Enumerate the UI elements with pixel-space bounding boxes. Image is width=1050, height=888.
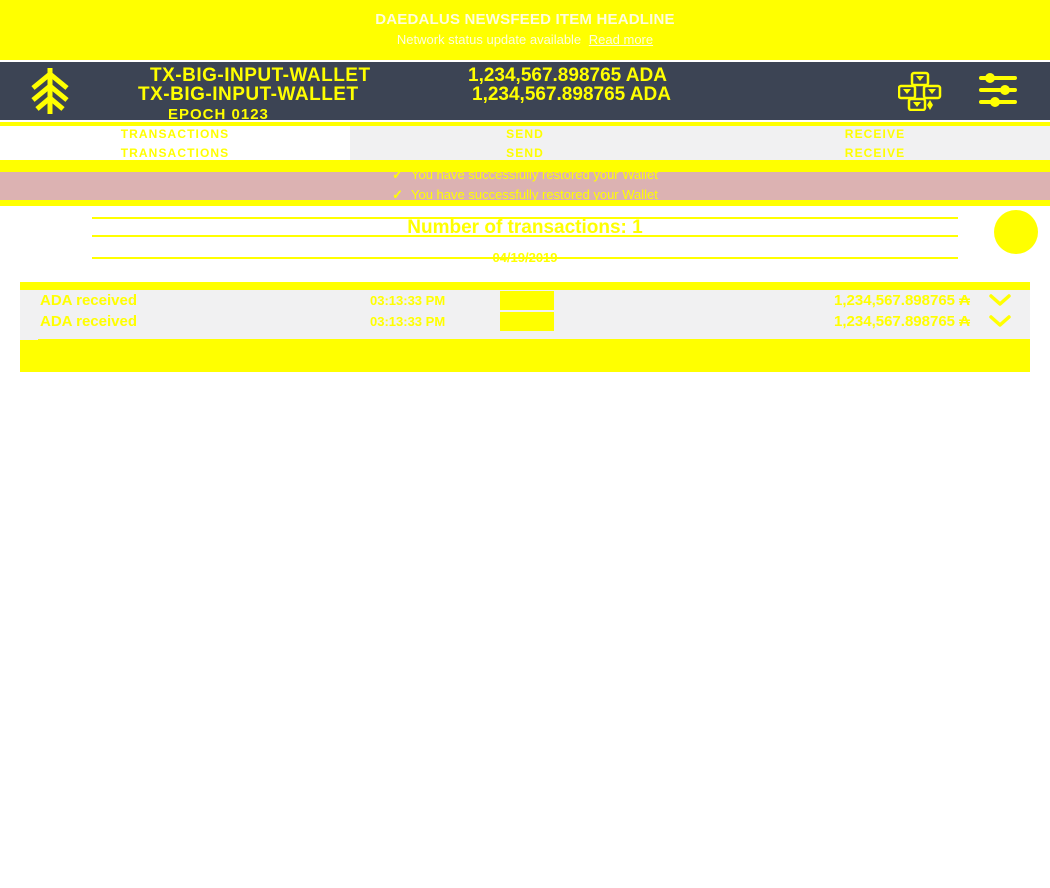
sync-arrows-icon [1005, 224, 1027, 237]
transaction-title-ghost: ADA received [40, 312, 137, 330]
newsfeed-topbar[interactable]: DAEDALUS NEWSFEED ITEM HEADLINE Network … [0, 0, 1050, 60]
wallet-grid-icon-glyph [898, 71, 942, 111]
wallet-balance-block: 1,234,567.898765 ADA 1,234,567.898765 AD… [438, 62, 898, 120]
notification-check-icon-ghost: ✓ [392, 187, 403, 202]
tab-receive[interactable]: RECEIVE RECEIVE [700, 122, 1050, 168]
transaction-time-ghost: 03:13:33 PM [370, 313, 446, 329]
transactions-count-header: Number of transactions: 1 [0, 206, 1050, 246]
transactions-panel: Number of transactions: 1 04/19/2019 ADA… [0, 206, 1050, 386]
tab-transactions-label-ghost: TRANSACTIONS [120, 146, 230, 160]
newsfeed-read-more-link[interactable]: Read more [589, 32, 653, 47]
tab-transactions-label: TRANSACTIONS [120, 127, 230, 141]
header-icon-group [898, 71, 1018, 111]
wallet-identity[interactable]: TX-BIG-INPUT-WALLET TX-BIG-INPUT-WALLET … [138, 62, 438, 123]
settings-sliders-icon[interactable] [978, 71, 1018, 111]
wallet-name: TX-BIG-INPUT-WALLET [150, 65, 371, 86]
daedalus-wallet-window: DAEDALUS NEWSFEED ITEM HEADLINE Network … [0, 0, 1050, 888]
settings-sliders-icon-glyph [979, 73, 1017, 107]
tab-send-label: SEND [506, 127, 544, 141]
transactions-list-rule [38, 339, 1030, 341]
chevron-down-icon-glyph [989, 294, 1011, 306]
wallet-header: TX-BIG-INPUT-WALLET TX-BIG-INPUT-WALLET … [0, 62, 1050, 123]
transaction-title: ADA received [40, 291, 137, 309]
notification-message: ✓ You have successfully restored your Wal… [0, 167, 1050, 183]
tab-receive-label: RECEIVE [844, 127, 906, 141]
transaction-time: 03:13:33 PM [370, 292, 446, 308]
newsfeed-subline-text: Network status update available [396, 32, 582, 47]
daedalus-logo[interactable] [0, 62, 100, 120]
chevron-down-icon-ghost[interactable] [970, 314, 1030, 328]
wallet-grid-icon[interactable] [898, 71, 942, 111]
transactions-date-label: 04/19/2019 [492, 250, 558, 265]
chevron-down-icon-ghost-glyph [989, 315, 1011, 327]
transaction-amount-ghost: 1,234,567.898765 ₳ [834, 312, 970, 330]
wallet-subtitle: EPOCH 0123 [168, 106, 269, 123]
tab-send[interactable]: SEND SEND [350, 122, 700, 168]
daedalus-logo-icon [31, 68, 69, 114]
tab-send-label-ghost: SEND [506, 146, 544, 160]
sync-status-button[interactable] [994, 210, 1038, 254]
transactions-list: ADA received 03:13:33 PM LOW 1,234,567.8… [20, 282, 1030, 372]
notification-message-ghost-text: You have successfully restored your Wall… [411, 187, 658, 202]
status-badge-ghost: LOW [500, 311, 554, 331]
tab-receive-label-ghost: RECEIVE [844, 146, 906, 160]
tabs-row: TRANSACTIONS TRANSACTIONS SEND SEND RECE… [0, 122, 1050, 168]
transactions-date-group: 04/19/2019 [0, 246, 1050, 274]
wallet-balance: 1,234,567.898765 ADA [468, 65, 667, 86]
status-badge: LOW [500, 290, 554, 310]
wallet-tabs: TRANSACTIONS TRANSACTIONS SEND SEND RECE… [0, 122, 1050, 168]
tab-transactions[interactable]: TRANSACTIONS TRANSACTIONS [0, 122, 350, 168]
chevron-down-icon[interactable] [970, 293, 1030, 307]
newsfeed-headline: DAEDALUS NEWSFEED ITEM HEADLINE [375, 11, 675, 28]
notification-message-ghost: ✓ You have successfully restored your Wal… [0, 187, 1050, 203]
newsfeed-subline: Network status update available Read mor… [397, 30, 653, 50]
table-row[interactable]: ADA received 03:13:33 PM LOW 1,234,567.8… [20, 310, 1030, 332]
transactions-count-rule-bottom [92, 235, 958, 237]
transaction-amount: 1,234,567.898765 ₳ [834, 291, 970, 309]
notification-check-icon: ✓ [392, 167, 403, 182]
notification-message-text: You have successfully restored your Wall… [411, 167, 658, 182]
table-row[interactable]: ADA received 03:13:33 PM LOW 1,234,567.8… [20, 289, 1030, 311]
